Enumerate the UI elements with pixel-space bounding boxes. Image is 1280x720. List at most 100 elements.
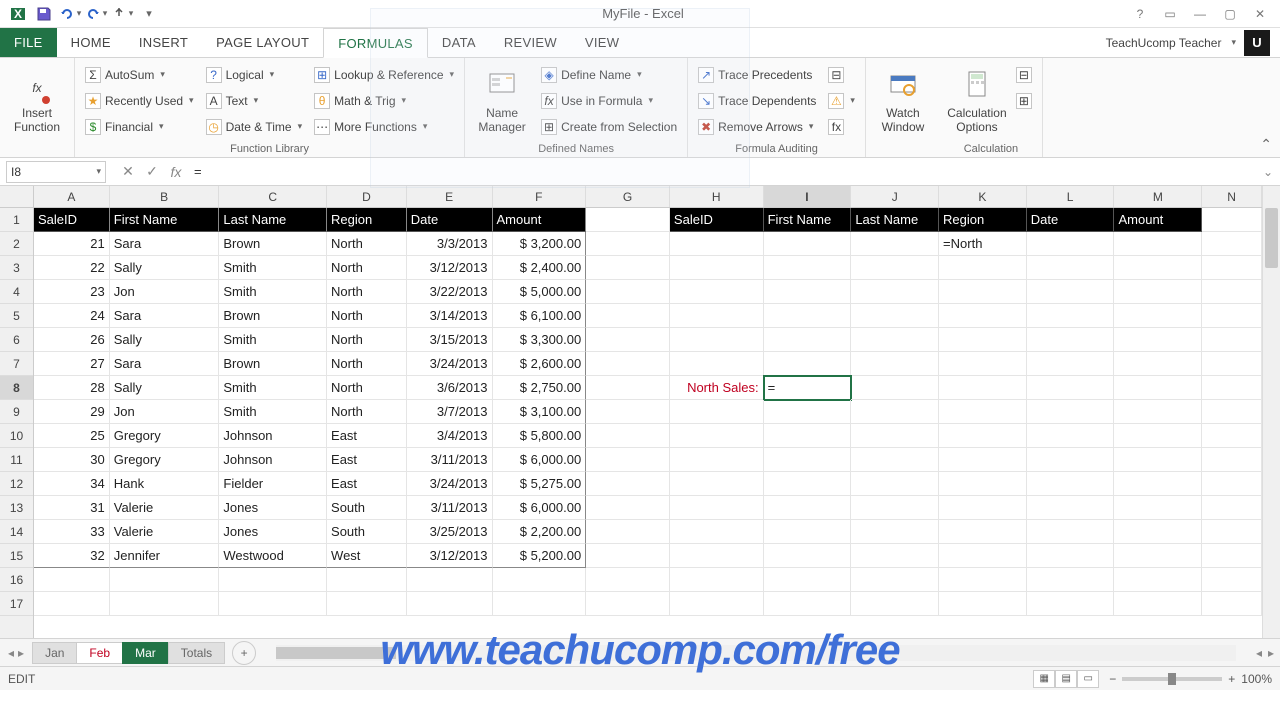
cell-H12[interactable] <box>670 472 764 496</box>
cell-I11[interactable] <box>764 448 852 472</box>
cell-K10[interactable] <box>939 424 1027 448</box>
cell-D3[interactable]: North <box>327 256 407 280</box>
evaluate-formula-button[interactable]: fx <box>824 114 859 139</box>
cell-B9[interactable]: Jon <box>110 400 220 424</box>
cell-C5[interactable]: Brown <box>219 304 327 328</box>
cell-B10[interactable]: Gregory <box>110 424 220 448</box>
cell-N1[interactable] <box>1202 208 1262 232</box>
cell-D17[interactable] <box>327 592 407 616</box>
col-header-M[interactable]: M <box>1114 186 1202 207</box>
cell-N7[interactable] <box>1202 352 1262 376</box>
cell-D12[interactable]: East <box>327 472 407 496</box>
tab-data[interactable]: DATA <box>428 28 490 57</box>
cell-I3[interactable] <box>764 256 852 280</box>
cell-D5[interactable]: North <box>327 304 407 328</box>
error-checking-button[interactable]: ⚠▾ <box>824 88 859 113</box>
cell-J12[interactable] <box>851 472 939 496</box>
cell-B16[interactable] <box>110 568 220 592</box>
cell-L13[interactable] <box>1027 496 1115 520</box>
cell-G8[interactable] <box>586 376 670 400</box>
zoom-slider[interactable] <box>1122 677 1222 681</box>
cell-L3[interactable] <box>1027 256 1115 280</box>
cell-I10[interactable] <box>764 424 852 448</box>
minimize-button[interactable]: — <box>1190 7 1210 21</box>
cell-A16[interactable] <box>34 568 110 592</box>
tab-insert[interactable]: INSERT <box>125 28 202 57</box>
col-header-H[interactable]: H <box>670 186 764 207</box>
cell-M16[interactable] <box>1114 568 1202 592</box>
cell-B13[interactable]: Valerie <box>110 496 220 520</box>
cell-G17[interactable] <box>586 592 670 616</box>
cell-F7[interactable]: $ 2,600.00 <box>493 352 587 376</box>
cell-I17[interactable] <box>764 592 852 616</box>
cell-I9[interactable] <box>764 400 852 424</box>
cell-D2[interactable]: North <box>327 232 407 256</box>
cell-C4[interactable]: Smith <box>219 280 327 304</box>
cell-I14[interactable] <box>764 520 852 544</box>
cell-K8[interactable] <box>939 376 1027 400</box>
cell-F4[interactable]: $ 5,000.00 <box>493 280 587 304</box>
cell-I13[interactable] <box>764 496 852 520</box>
cell-C2[interactable]: Brown <box>219 232 327 256</box>
cell-F16[interactable] <box>493 568 587 592</box>
cell-H3[interactable] <box>670 256 764 280</box>
cell-M6[interactable] <box>1114 328 1202 352</box>
cell-L11[interactable] <box>1027 448 1115 472</box>
cell-D11[interactable]: East <box>327 448 407 472</box>
cell-I2[interactable] <box>764 232 852 256</box>
cell-K16[interactable] <box>939 568 1027 592</box>
cell-J17[interactable] <box>851 592 939 616</box>
sheet-prev-button[interactable]: ◂ <box>8 646 14 660</box>
cell-C6[interactable]: Smith <box>219 328 327 352</box>
cell-E1[interactable]: Date <box>407 208 493 232</box>
cell-M15[interactable] <box>1114 544 1202 568</box>
more-functions-button[interactable]: ⋯More Functions▾ <box>310 114 458 139</box>
cell-M8[interactable] <box>1114 376 1202 400</box>
close-button[interactable]: ✕ <box>1250 7 1270 21</box>
cell-A3[interactable]: 22 <box>34 256 110 280</box>
cell-K6[interactable] <box>939 328 1027 352</box>
hscroll-right-button[interactable]: ▸ <box>1268 646 1274 660</box>
cell-M2[interactable] <box>1114 232 1202 256</box>
sheet-tab-totals[interactable]: Totals <box>168 642 225 664</box>
cell-N12[interactable] <box>1202 472 1262 496</box>
cell-L8[interactable] <box>1027 376 1115 400</box>
cell-L7[interactable] <box>1027 352 1115 376</box>
tab-view[interactable]: VIEW <box>571 28 633 57</box>
cell-C17[interactable] <box>219 592 327 616</box>
cell-D6[interactable]: North <box>327 328 407 352</box>
tab-file[interactable]: FILE <box>0 28 57 57</box>
cell-G3[interactable] <box>586 256 670 280</box>
zoom-level[interactable]: 100% <box>1241 672 1272 686</box>
cell-N15[interactable] <box>1202 544 1262 568</box>
cell-N17[interactable] <box>1202 592 1262 616</box>
calculate-sheet-button[interactable]: ⊞ <box>1012 88 1036 113</box>
cell-A8[interactable]: 28 <box>34 376 110 400</box>
trace-dependents-button[interactable]: ↘Trace Dependents <box>694 88 820 113</box>
cell-M12[interactable] <box>1114 472 1202 496</box>
cell-K4[interactable] <box>939 280 1027 304</box>
cell-G14[interactable] <box>586 520 670 544</box>
cell-D1[interactable]: Region <box>327 208 407 232</box>
cell-K7[interactable] <box>939 352 1027 376</box>
cell-F10[interactable]: $ 5,800.00 <box>493 424 587 448</box>
cell-G16[interactable] <box>586 568 670 592</box>
row-header-7[interactable]: 7 <box>0 352 33 376</box>
cell-D15[interactable]: West <box>327 544 407 568</box>
hscroll-thumb[interactable] <box>276 647 396 659</box>
cell-N9[interactable] <box>1202 400 1262 424</box>
cell-M13[interactable] <box>1114 496 1202 520</box>
col-header-G[interactable]: G <box>586 186 670 207</box>
cell-J7[interactable] <box>851 352 939 376</box>
cell-K1[interactable]: Region <box>939 208 1027 232</box>
cell-C7[interactable]: Brown <box>219 352 327 376</box>
cell-C1[interactable]: Last Name <box>219 208 327 232</box>
cell-M1[interactable]: Amount <box>1114 208 1202 232</box>
define-name-button[interactable]: ◈Define Name▾ <box>537 62 681 87</box>
cell-L15[interactable] <box>1027 544 1115 568</box>
row-header-5[interactable]: 5 <box>0 304 33 328</box>
cell-F6[interactable]: $ 3,300.00 <box>493 328 587 352</box>
autosum-button[interactable]: ΣAutoSum▾ <box>81 62 198 87</box>
cell-I8[interactable]: = <box>764 376 852 400</box>
cell-D7[interactable]: North <box>327 352 407 376</box>
